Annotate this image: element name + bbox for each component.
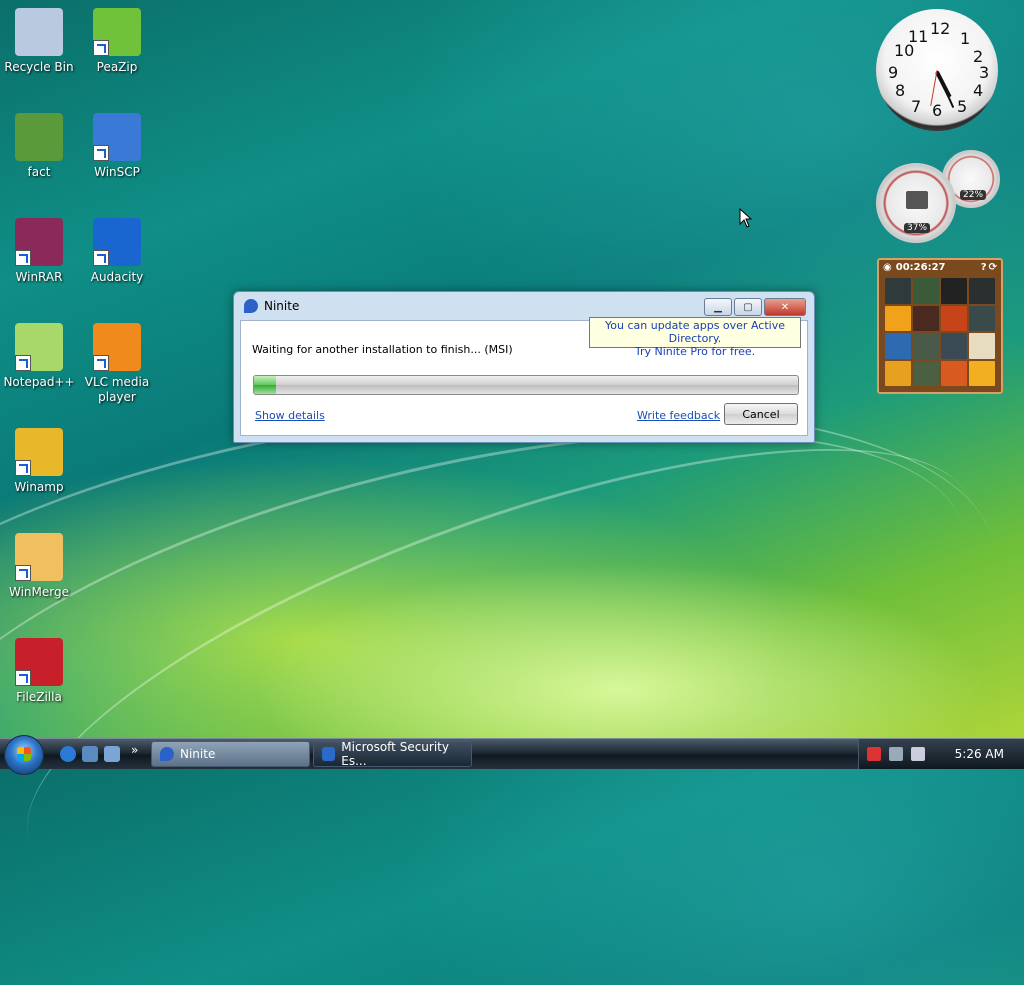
show-details-link[interactable]: Show details	[255, 409, 325, 422]
ninite-window[interactable]: Ninite ▁ ▢ ✕ You can update apps over Ac…	[233, 291, 815, 443]
clock-gadget[interactable]: 12 1 2 3 4 5 6 7 8 9 10 11	[876, 9, 998, 131]
puzzle-timer: 00:26:27	[895, 261, 946, 273]
desktop-icon-label: PeaZip	[96, 60, 138, 74]
desktop-icon-winrar[interactable]: WinRAR	[0, 218, 78, 285]
desktop-icon-audacity[interactable]: Audacity	[78, 218, 156, 285]
desktop-icon-label: Audacity	[90, 270, 144, 284]
write-feedback-link[interactable]: Write feedback	[637, 409, 720, 422]
maximize-button[interactable]: ▢	[734, 298, 762, 316]
ninite-icon	[160, 747, 174, 761]
chip-icon	[906, 191, 928, 209]
winamp-icon	[15, 428, 63, 476]
desktop-icon-fact[interactable]: fact	[0, 113, 78, 180]
switch-windows-icon[interactable]	[104, 746, 120, 762]
cpu-percent: 37%	[904, 223, 931, 233]
shortcut-arrow-icon	[15, 355, 31, 371]
network-icon[interactable]	[889, 747, 903, 761]
wallpaper-swoosh	[0, 358, 1022, 985]
desktop-icon-notepad-plus-plus[interactable]: Notepad++	[0, 323, 78, 390]
progress-fill	[254, 376, 276, 394]
memory-percent: 22%	[960, 190, 987, 200]
desktop-icon-recycle-bin[interactable]: Recycle Bin	[0, 8, 78, 75]
notepad-plus-plus-icon	[15, 323, 63, 371]
shortcut-arrow-icon	[93, 250, 109, 266]
tooltip-line-2: Try Ninite Pro for free.	[634, 345, 756, 358]
cpu-meter-gadget[interactable]: 37%	[876, 163, 956, 243]
shortcut-arrow-icon	[93, 145, 109, 161]
task-label: Ninite	[180, 747, 216, 761]
desktop-icon-winscp[interactable]: WinSCP	[78, 113, 156, 180]
internet-explorer-icon[interactable]	[60, 746, 76, 762]
desktop-icon-label: Winamp	[14, 480, 64, 494]
shortcut-arrow-icon	[15, 565, 31, 581]
shortcut-arrow-icon	[15, 460, 31, 476]
pro-tooltip[interactable]: You can update apps over Active Director…	[589, 317, 801, 358]
taskbar: » Ninite Microsoft Security Es... 5:26 A…	[0, 735, 1024, 775]
window-content: You can update apps over Active Director…	[240, 317, 808, 436]
tooltip-line-1: You can update apps over Active Director…	[605, 319, 785, 345]
progress-bar	[253, 375, 799, 395]
ninite-icon	[244, 299, 258, 313]
desktop-icon-label: WinRAR	[15, 270, 63, 284]
filezilla-icon	[15, 638, 63, 686]
desktop-icon-label: FileZilla	[16, 690, 62, 704]
desktop-icon-peazip[interactable]: PeaZip	[78, 8, 156, 75]
minimize-button[interactable]: ▁	[704, 298, 732, 316]
desktop-icon-label: VLC media player	[84, 375, 150, 404]
security-essentials-icon	[322, 747, 336, 761]
desktop-icon-label: Recycle Bin	[4, 60, 74, 74]
desktop-icon-vlc[interactable]: VLC media player	[78, 323, 156, 405]
vlc-icon	[93, 323, 141, 371]
timer-icon: ◉	[883, 261, 892, 273]
winrar-icon	[15, 218, 63, 266]
shortcut-arrow-icon	[93, 40, 109, 56]
shortcut-arrow-icon	[15, 250, 31, 266]
winmerge-icon	[15, 533, 63, 581]
shortcut-arrow-icon	[15, 670, 31, 686]
desktop-icon-label: Notepad++	[3, 375, 75, 389]
shortcut-arrow-icon	[93, 355, 109, 371]
system-tray: 5:26 AM	[858, 739, 1024, 769]
mouse-cursor-icon	[739, 208, 753, 228]
taskbar-item-security-essentials[interactable]: Microsoft Security Es...	[313, 740, 472, 768]
clock-time[interactable]: 5:26 AM	[955, 747, 1004, 761]
close-button[interactable]: ✕	[764, 298, 806, 316]
volume-icon[interactable]	[911, 747, 925, 761]
window-title: Ninite	[264, 299, 300, 313]
help-icon[interactable]: ?	[981, 262, 987, 273]
recycle-bin-icon	[15, 8, 63, 56]
desktop-icon-label: WinMerge	[9, 585, 69, 599]
refresh-icon[interactable]: ⟳	[989, 262, 997, 273]
windows-logo-icon	[17, 747, 31, 761]
desktop-icon-winmerge[interactable]: WinMerge	[0, 533, 78, 600]
desktop-icon-label: WinSCP	[94, 165, 140, 179]
peazip-icon	[93, 8, 141, 56]
picture-puzzle-gadget[interactable]: ◉ 00:26:27 ? ⟳	[877, 258, 1003, 394]
winscp-icon	[93, 113, 141, 161]
desktop-icon-filezilla[interactable]: FileZilla	[0, 638, 78, 705]
puzzle-grid[interactable]	[885, 278, 995, 386]
desktop-icon-winamp[interactable]: Winamp	[0, 428, 78, 495]
status-text: Waiting for another installation to fini…	[252, 343, 513, 356]
cancel-button[interactable]: Cancel	[724, 403, 798, 425]
fact-icon	[15, 113, 63, 161]
show-desktop-icon[interactable]	[82, 746, 98, 762]
taskbar-item-ninite[interactable]: Ninite	[151, 741, 310, 767]
task-label: Microsoft Security Es...	[341, 740, 449, 768]
audacity-icon	[93, 218, 141, 266]
quicklaunch-more-button[interactable]: »	[131, 743, 138, 757]
start-button[interactable]	[4, 735, 44, 775]
desktop-icon-label: fact	[27, 165, 51, 179]
action-center-icon[interactable]	[867, 747, 881, 761]
